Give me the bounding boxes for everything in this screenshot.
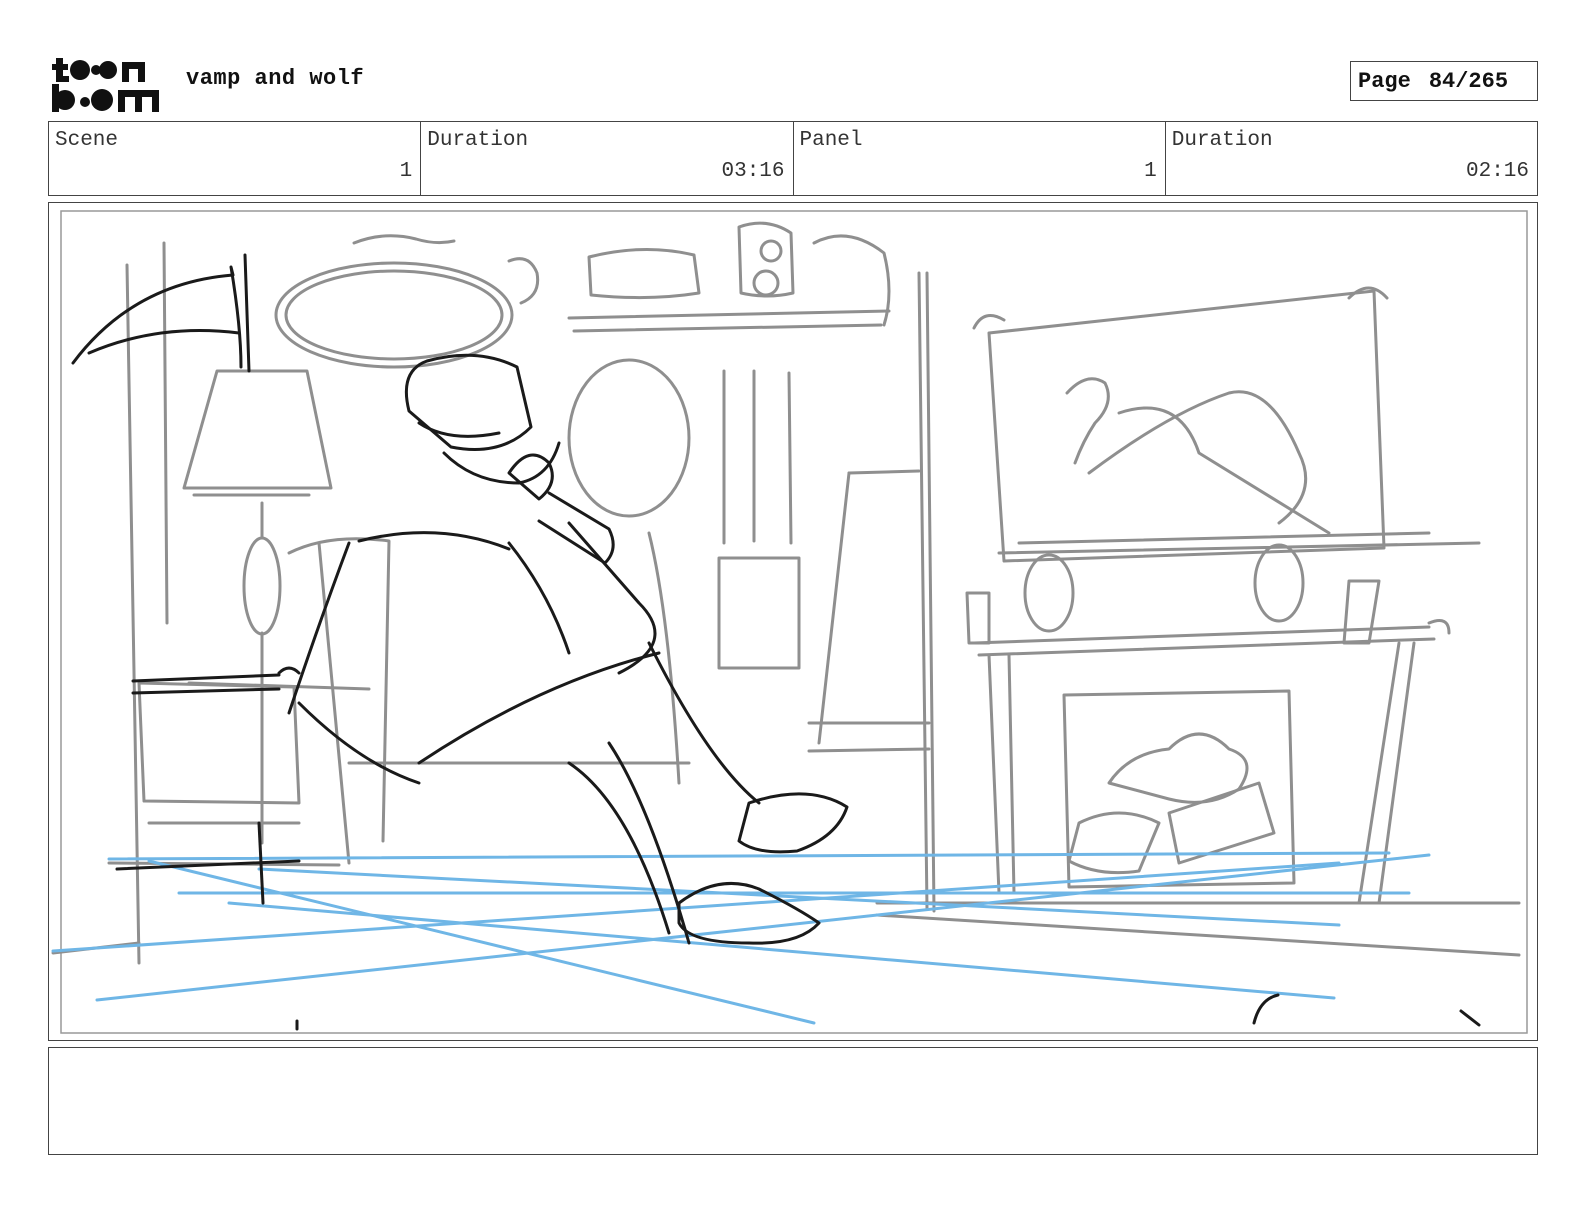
scene-duration-value: 03:16 bbox=[721, 160, 785, 183]
project-title: vamp and wolf bbox=[186, 66, 365, 91]
panel-duration-cell: Duration 02:16 bbox=[1166, 122, 1537, 195]
page-label: Page bbox=[1358, 68, 1411, 94]
panel-duration-label: Duration bbox=[1171, 129, 1273, 152]
scene-cell: Scene 1 bbox=[49, 122, 422, 195]
scene-value: 1 bbox=[399, 160, 413, 183]
scene-label: Scene bbox=[55, 129, 119, 152]
safe-area-frame bbox=[60, 210, 1528, 1034]
page-indicator: Page 84/265 bbox=[1350, 61, 1538, 101]
panel-cell: Panel 1 bbox=[794, 122, 1166, 195]
panel-label: Panel bbox=[799, 129, 863, 152]
panel-notes-box bbox=[48, 1047, 1538, 1155]
storyboard-panel bbox=[48, 202, 1538, 1041]
scene-duration-label: Duration bbox=[427, 129, 529, 152]
panel-sketch bbox=[51, 210, 1528, 1034]
panel-duration-value: 02:16 bbox=[1465, 160, 1529, 183]
toon-boom-logo bbox=[52, 50, 164, 114]
scene-info-table: Scene 1 Duration 03:16 Panel 1 Duration … bbox=[48, 121, 1538, 196]
page-number: 84/265 bbox=[1428, 68, 1509, 94]
panel-value: 1 bbox=[1144, 160, 1157, 183]
scene-duration-cell: Duration 03:16 bbox=[421, 122, 794, 195]
